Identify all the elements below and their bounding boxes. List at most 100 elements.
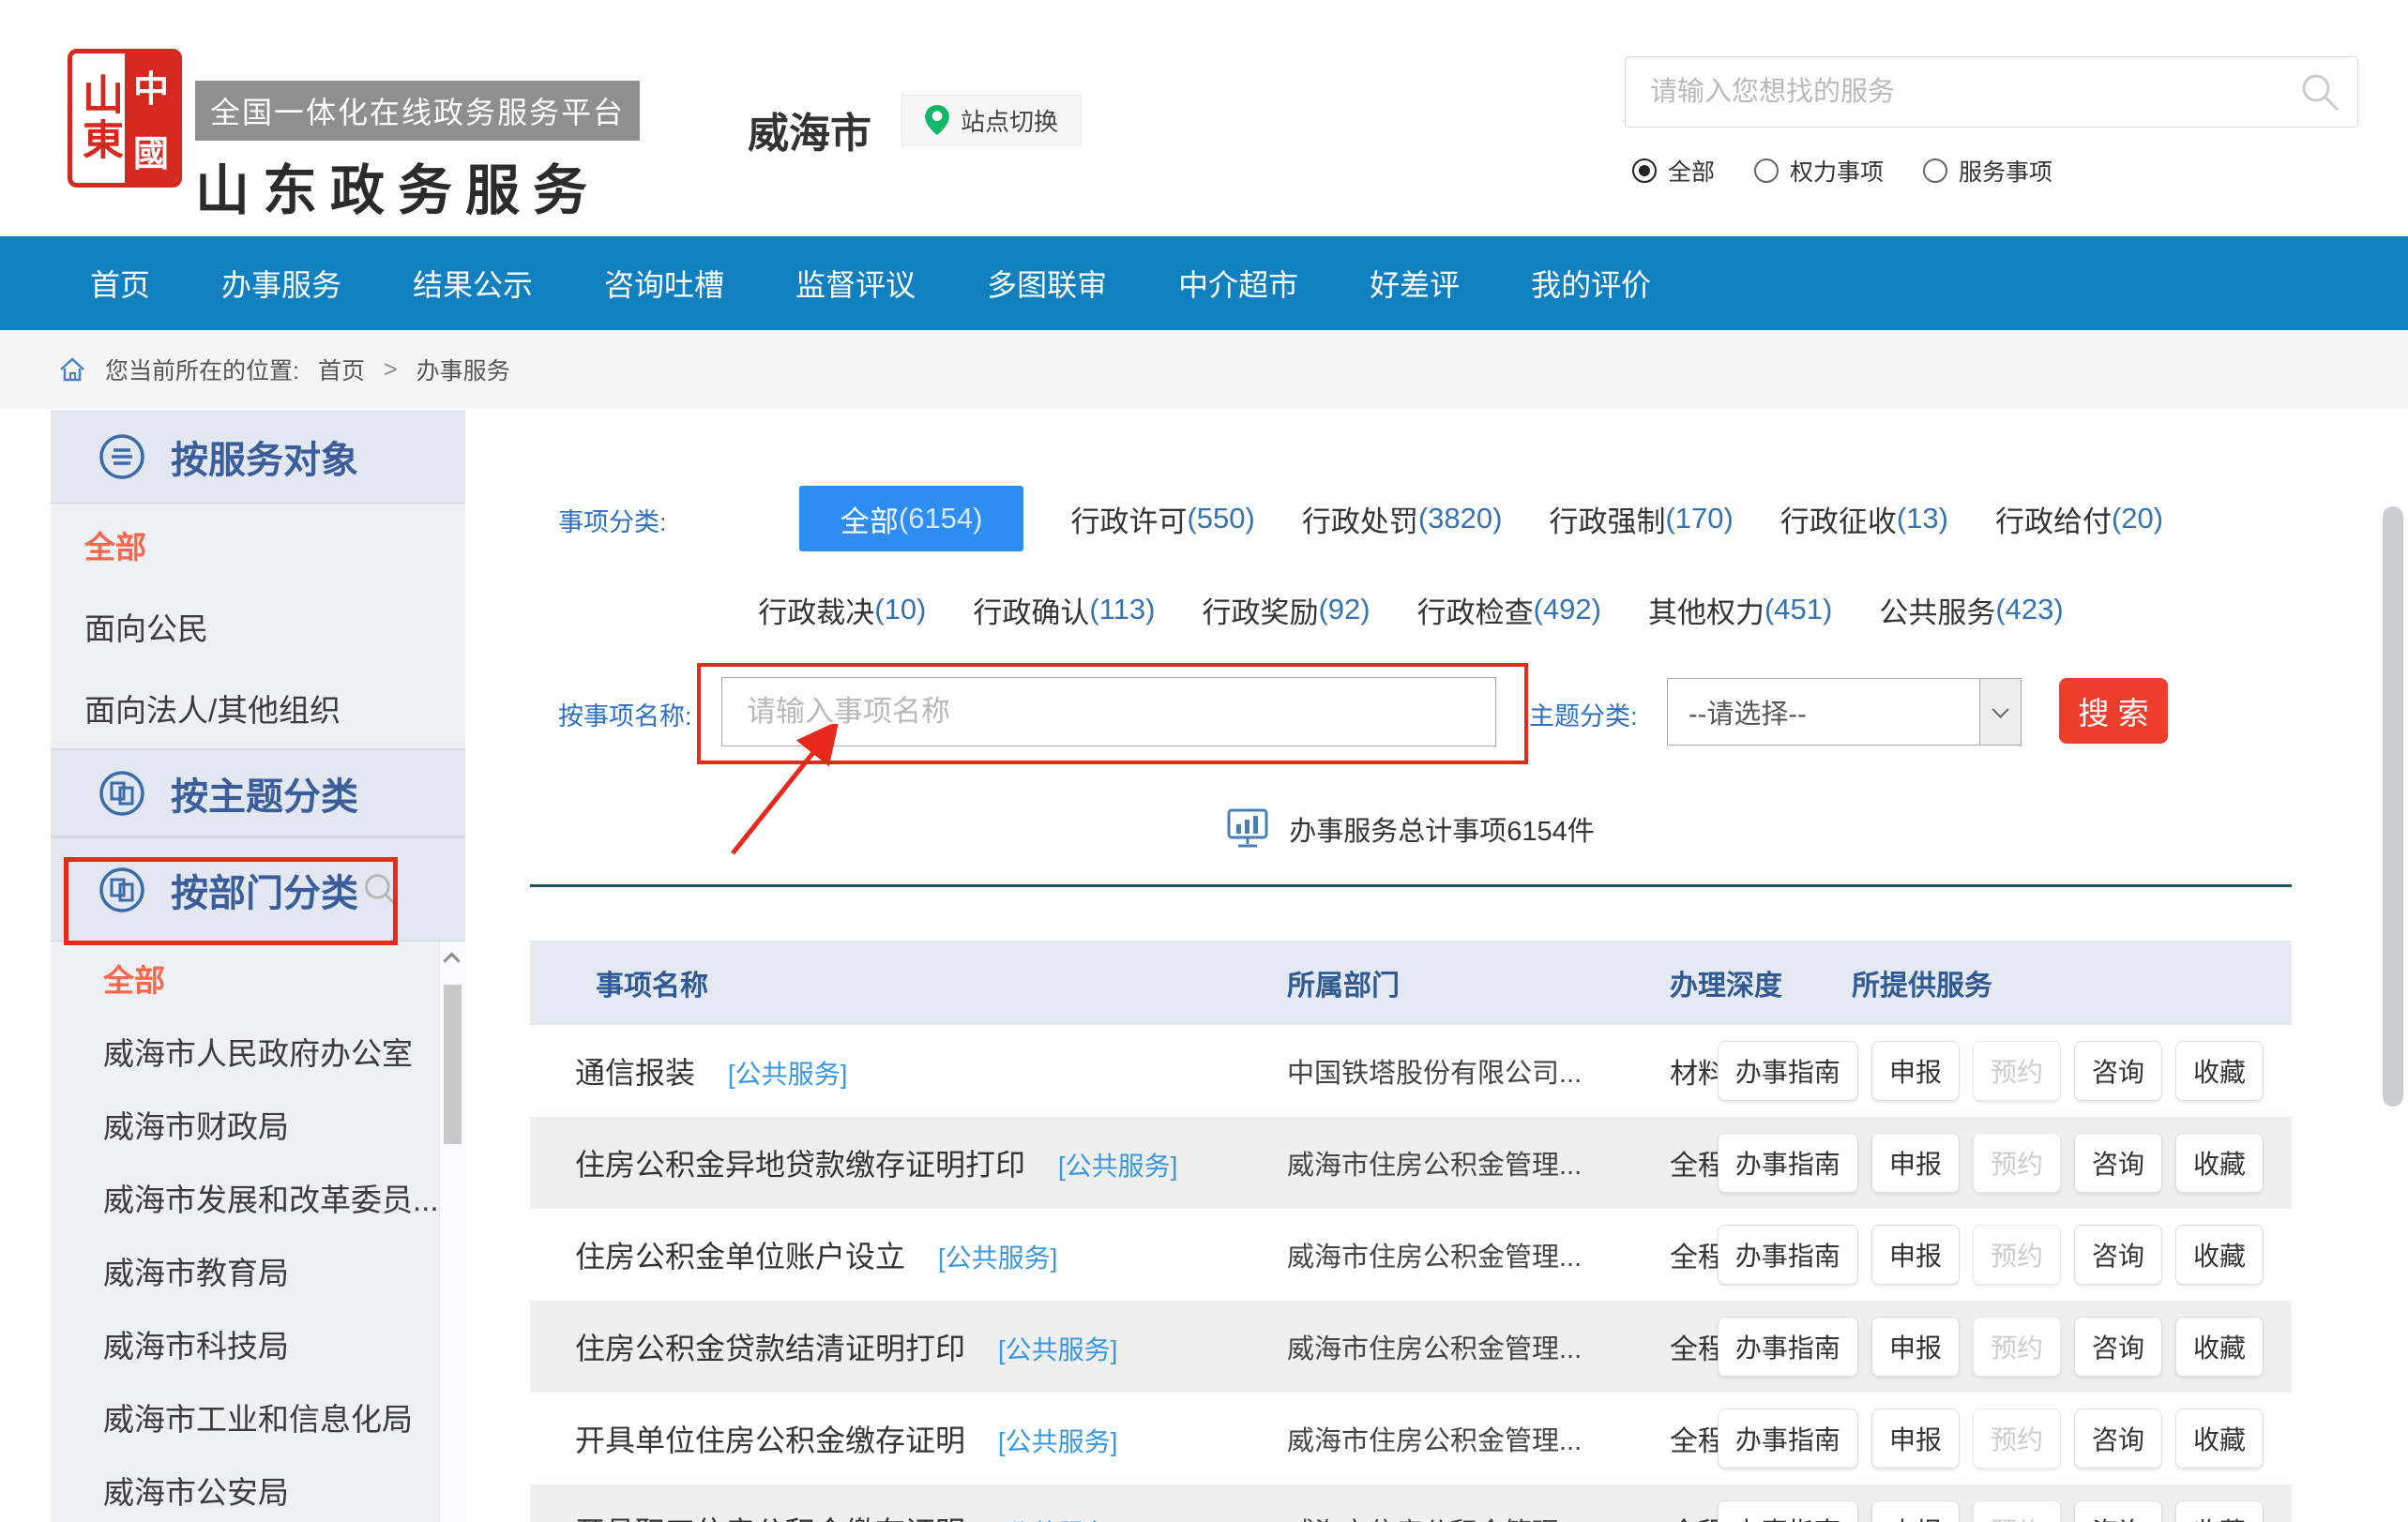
sidebar-section-service-object[interactable]: 按服务对象 — [51, 410, 465, 504]
category-tabs-row2: 行政裁决(10) 行政确认(113) 行政奖励(92) 行政检查(492) 其他… — [530, 586, 2292, 633]
item-name-cell: 开具单位住房公积金缴存证明 [公共服务] — [530, 1417, 1257, 1460]
item-name-input[interactable] — [721, 677, 1496, 746]
guide-button[interactable]: 办事指南 — [1718, 1041, 1858, 1101]
sidebar-item-department[interactable]: 威海市财政局 — [51, 1088, 465, 1161]
category-tab[interactable]: 行政裁决(10) — [758, 589, 926, 631]
sidebar-item-department[interactable]: 全部 — [51, 942, 465, 1015]
category-tab[interactable]: 行政处罚(3820) — [1302, 498, 1503, 540]
topic-select[interactable]: --请选择-- — [1667, 678, 2022, 746]
scope-radio-option[interactable]: 权力事项 — [1754, 154, 1884, 188]
favorite-button[interactable]: 收藏 — [2175, 1409, 2264, 1469]
department-scrollbar-thumb[interactable] — [444, 985, 462, 1144]
item-type-tag[interactable]: [公共服务] — [1058, 1152, 1178, 1181]
reserve-button: 预约 — [1973, 1500, 2061, 1522]
item-type-tag[interactable]: [公共服务] — [998, 1427, 1118, 1456]
item-name[interactable]: 通信报装 — [575, 1056, 695, 1090]
select-arrow-box[interactable] — [1979, 679, 2021, 745]
radio-icon[interactable] — [1632, 158, 1657, 183]
sidebar-item[interactable]: 全部 — [51, 504, 465, 585]
scope-radio-option[interactable]: 服务事项 — [1923, 154, 2052, 188]
nav-item[interactable]: 中介超市 — [1178, 262, 1298, 305]
sidebar-section-by-department[interactable]: 按部门分类 — [51, 836, 465, 942]
item-type-tag[interactable]: [公共服务] — [728, 1060, 848, 1089]
item-name[interactable]: 开具职工住房公积金缴存证明 — [575, 1515, 965, 1522]
sidebar-item-department[interactable]: 威海市工业和信息化局 — [51, 1380, 465, 1454]
category-tab[interactable]: 行政征收(13) — [1780, 498, 1948, 540]
guide-button[interactable]: 办事指南 — [1718, 1409, 1858, 1469]
sidebar-item-department[interactable]: 威海市发展和改革委员... — [51, 1161, 465, 1234]
item-name[interactable]: 住房公积金异地贷款缴存证明打印 — [575, 1148, 1025, 1182]
guide-button[interactable]: 办事指南 — [1718, 1133, 1858, 1193]
sidebar-item[interactable]: 面向公民 — [51, 585, 465, 667]
nav-item[interactable]: 首页 — [90, 262, 150, 305]
monitor-chart-icon — [1227, 808, 1268, 850]
favorite-button[interactable]: 收藏 — [2175, 1317, 2264, 1377]
apply-button[interactable]: 申报 — [1871, 1133, 1960, 1193]
sidebar-item-department[interactable]: 威海市公安局 — [51, 1454, 465, 1522]
consult-button[interactable]: 咨询 — [2074, 1409, 2162, 1469]
sidebar-item[interactable]: 面向法人/其他组织 — [51, 667, 465, 748]
item-name[interactable]: 开具单位住房公积金缴存证明 — [575, 1424, 965, 1457]
scope-radio-option[interactable]: 全部 — [1632, 154, 1715, 188]
search-icon[interactable] — [2299, 71, 2340, 113]
category-tab-label: 其他权力 — [1648, 589, 1764, 631]
category-tab-count: (492) — [1534, 593, 1601, 626]
category-tab[interactable]: 行政检查(492) — [1417, 589, 1601, 631]
category-tab[interactable]: 其他权力(451) — [1648, 589, 1832, 631]
apply-button[interactable]: 申报 — [1871, 1500, 1960, 1522]
consult-button[interactable]: 咨询 — [2074, 1133, 2162, 1193]
apply-button[interactable]: 申报 — [1871, 1409, 1960, 1469]
breadcrumb-home-link[interactable]: 首页 — [318, 353, 365, 386]
nav-item[interactable]: 咨询吐槽 — [604, 262, 724, 305]
sidebar-section-by-topic[interactable]: 按主题分类 — [51, 748, 465, 836]
nav-item[interactable]: 好差评 — [1370, 262, 1460, 305]
site-switch-button[interactable]: 站点切换 — [901, 95, 1082, 145]
favorite-button[interactable]: 收藏 — [2175, 1500, 2264, 1522]
page-scrollbar-thumb[interactable] — [2383, 506, 2403, 1107]
sidebar-item-label: 威海市公安局 — [103, 1468, 289, 1513]
category-tab[interactable]: 行政给付(20) — [1995, 498, 2163, 540]
item-name[interactable]: 住房公积金贷款结清证明打印 — [575, 1332, 965, 1365]
consult-button[interactable]: 咨询 — [2074, 1225, 2162, 1285]
consult-button[interactable]: 咨询 — [2074, 1041, 2162, 1101]
sidebar-item-department[interactable]: 威海市教育局 — [51, 1234, 465, 1307]
item-type-tag[interactable]: [公共服务] — [938, 1243, 1058, 1273]
sidebar-item-department[interactable]: 威海市科技局 — [51, 1307, 465, 1380]
nav-item[interactable]: 多图联审 — [987, 262, 1107, 305]
department-search-icon[interactable] — [362, 871, 400, 909]
category-tab-label: 行政确认 — [973, 589, 1089, 631]
consult-button[interactable]: 咨询 — [2074, 1317, 2162, 1377]
category-tab[interactable]: 行政强制(170) — [1549, 498, 1733, 540]
header-search-input[interactable] — [1626, 57, 2357, 127]
item-type-tag[interactable]: [公共服务] — [998, 1335, 1118, 1364]
favorite-button[interactable]: 收藏 — [2175, 1041, 2264, 1101]
guide-button[interactable]: 办事指南 — [1718, 1225, 1858, 1285]
category-tab[interactable]: 公共服务(423) — [1879, 589, 2063, 631]
radio-icon[interactable] — [1754, 158, 1779, 183]
sidebar-item-department[interactable]: 威海市人民政府办公室 — [51, 1015, 465, 1088]
search-button[interactable]: 搜 索 — [2059, 678, 2168, 744]
seal-left-glyphs: 山東 — [72, 53, 125, 183]
radio-icon[interactable] — [1923, 158, 1947, 183]
nav-item[interactable]: 办事服务 — [221, 262, 341, 305]
category-tab[interactable]: 全部(6154) — [799, 486, 1024, 551]
category-tab-count: (13) — [1897, 502, 1948, 535]
apply-button[interactable]: 申报 — [1871, 1225, 1960, 1285]
guide-button[interactable]: 办事指南 — [1718, 1317, 1858, 1377]
apply-button[interactable]: 申报 — [1871, 1041, 1960, 1101]
item-name[interactable]: 住房公积金单位账户设立 — [575, 1240, 905, 1273]
consult-button[interactable]: 咨询 — [2074, 1500, 2162, 1522]
category-tab[interactable]: 行政许可(550) — [1070, 498, 1254, 540]
category-tab[interactable]: 行政确认(113) — [973, 589, 1155, 631]
sidebar-item-label: 威海市财政局 — [103, 1102, 289, 1147]
search-scope-radios: 全部 权力事项 服务事项 — [1632, 154, 2052, 188]
favorite-button[interactable]: 收藏 — [2175, 1133, 2264, 1193]
services-table: 事项名称 所属部门 办理深度 所提供服务 通信报装 [公共服务] 中国铁塔股份有… — [530, 941, 2292, 1522]
apply-button[interactable]: 申报 — [1871, 1317, 1960, 1377]
category-tab[interactable]: 行政奖励(92) — [1202, 589, 1370, 631]
nav-item[interactable]: 结果公示 — [413, 262, 533, 305]
favorite-button[interactable]: 收藏 — [2175, 1225, 2264, 1285]
nav-item[interactable]: 监督评议 — [795, 262, 916, 305]
nav-item[interactable]: 我的评价 — [1531, 262, 1651, 305]
guide-button[interactable]: 办事指南 — [1718, 1500, 1858, 1522]
